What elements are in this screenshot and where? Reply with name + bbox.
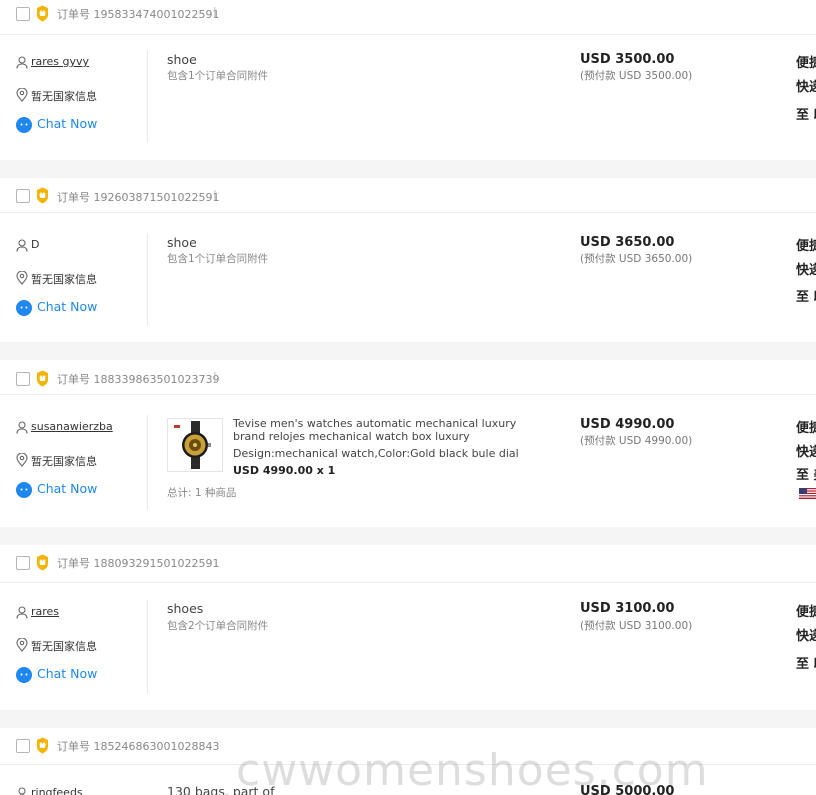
- header-separator: |: [213, 370, 217, 383]
- order-select-checkbox[interactable]: [16, 189, 30, 203]
- location-pin-icon: [16, 88, 28, 102]
- item-spec: Design:mechanical watch,Color:Gold black…: [233, 447, 519, 460]
- column-divider: [147, 415, 148, 510]
- location-text: 暂无国家信息: [31, 455, 97, 468]
- chat-bubble-icon: [16, 300, 32, 316]
- watermark-text: cwwomenshoes.com: [236, 745, 709, 795]
- product-title[interactable]: shoes: [167, 601, 203, 616]
- order-price: USD 3100.00: [580, 601, 675, 616]
- shipping-label: 便捷: [796, 605, 816, 620]
- prepaid-amount: (预付款 USD 3650.00): [580, 253, 693, 265]
- buyer-info: susanawierzba 暂无国家信息 Chat Now: [16, 420, 146, 510]
- order-card: 订单号 1958334740010225​91 | rares gyvy 暂无国…: [0, 0, 816, 160]
- order-header: 订单号 1958334740010225​91 |: [0, 0, 816, 35]
- shipping-label: 便捷: [796, 56, 816, 71]
- order-price: USD 3500.00: [580, 52, 675, 67]
- chat-now-label[interactable]: Chat Now: [37, 481, 97, 496]
- chat-now-label[interactable]: Chat Now: [37, 299, 97, 314]
- location-pin-icon: [16, 271, 28, 285]
- order-number: 订单号 1958334740010225​91: [57, 8, 220, 21]
- order-select-checkbox[interactable]: [16, 372, 30, 386]
- buyer-info: rares gyvy 暂无国家信息 Chat Now: [16, 55, 146, 145]
- user-icon: [18, 787, 26, 795]
- column-divider: [147, 600, 148, 693]
- gold-badge-icon: [37, 370, 48, 387]
- order-number: 订单号 188339863501023739: [57, 373, 220, 386]
- location-text: 暂无国家信息: [31, 273, 97, 286]
- order-card: 订单号 188093291501022591 rares 暂无国家信息 Chat…: [0, 545, 816, 710]
- user-icon: [16, 56, 28, 69]
- order-number: 订单号 188093291501022591: [57, 557, 220, 570]
- us-flag-icon: [799, 488, 816, 499]
- shipping-destination: 至 印: [796, 108, 816, 123]
- buyer-info: D 暂无国家信息 Chat Now: [16, 238, 146, 328]
- buyer-name[interactable]: ringfeeds: [31, 786, 83, 795]
- order-select-checkbox[interactable]: [16, 7, 30, 21]
- order-select-checkbox[interactable]: [16, 556, 30, 570]
- chat-bubble-icon: [16, 667, 32, 683]
- location-pin-icon: [16, 638, 28, 652]
- gold-badge-icon: [37, 5, 48, 22]
- location-pin-icon: [16, 453, 28, 467]
- order-number: 订单号 192603871501022591: [57, 191, 220, 204]
- order-price: USD 4990.00: [580, 417, 675, 432]
- product-thumbnail[interactable]: [167, 418, 223, 472]
- order-card: 订单号 192603871501022591 | D 暂无国家信息 Chat N…: [0, 178, 816, 342]
- gold-badge-icon: [37, 187, 48, 204]
- location-text: 暂无国家信息: [31, 90, 97, 103]
- prepaid-amount: (预付款 USD 3100.00): [580, 620, 693, 632]
- order-header: 订单号 192603871501022591 |: [0, 178, 816, 213]
- product-title[interactable]: shoe: [167, 235, 197, 250]
- order-select-checkbox[interactable]: [16, 739, 30, 753]
- shipping-method: 快递: [796, 80, 816, 95]
- product-title[interactable]: shoe: [167, 52, 197, 67]
- user-icon: [16, 421, 28, 434]
- user-icon: [16, 606, 28, 619]
- column-divider: [147, 50, 148, 143]
- order-header: 订单号 188339863501023739 |: [0, 360, 816, 395]
- gold-badge-icon: [37, 737, 48, 754]
- order-number: 订单号 185246863001028843: [57, 740, 220, 753]
- chat-bubble-icon: [16, 117, 32, 133]
- prepaid-amount: (预付款 USD 4990.00): [580, 435, 693, 447]
- gold-badge-icon: [37, 554, 48, 571]
- chat-now-label[interactable]: Chat Now: [37, 116, 97, 131]
- prepaid-amount: (预付款 USD 3500.00): [580, 70, 693, 82]
- user-icon: [16, 239, 28, 252]
- shipping-method: 快递: [796, 263, 816, 278]
- product-attachment-note: 包含1个订单合同附件: [167, 70, 269, 82]
- shipping-label: 便捷: [796, 421, 816, 436]
- order-header: 订单号 188093291501022591: [0, 545, 816, 583]
- item-unit-price: USD 4990.00 x 1: [233, 464, 336, 477]
- buyer-name[interactable]: rares gyvy: [31, 55, 89, 68]
- product-attachment-note: 包含2个订单合同附件: [167, 620, 269, 632]
- buyer-info: rares 暂无国家信息 Chat Now: [16, 605, 146, 695]
- shipping-label: 便捷: [796, 239, 816, 254]
- buyer-name[interactable]: susanawierzba: [31, 420, 113, 433]
- item-title[interactable]: Tevise men's watches automatic mechanica…: [233, 417, 533, 443]
- buyer-info: ringfeeds: [16, 786, 146, 795]
- order-card: 订单号 188339863501023739 | susanawierzba 暂…: [0, 360, 816, 527]
- shipping-destination: 至 印: [796, 657, 816, 672]
- shipping-method: 快递: [796, 629, 816, 644]
- buyer-name[interactable]: rares: [31, 605, 59, 618]
- header-separator: |: [213, 188, 217, 201]
- chat-bubble-icon: [16, 482, 32, 498]
- shipping-method: 快递: [796, 445, 816, 460]
- chat-now-label[interactable]: Chat Now: [37, 666, 97, 681]
- shipping-destination: 至 印: [796, 290, 816, 305]
- order-list-page: 订单号 1958334740010225​91 | rares gyvy 暂无国…: [0, 0, 816, 795]
- buyer-name[interactable]: D: [31, 238, 39, 251]
- header-separator: |: [213, 5, 217, 18]
- location-text: 暂无国家信息: [31, 640, 97, 653]
- shipping-destination: 至 美: [796, 468, 816, 483]
- order-price: USD 3650.00: [580, 235, 675, 250]
- product-attachment-note: 包含1个订单合同附件: [167, 253, 269, 265]
- watch-image-icon: [174, 421, 211, 469]
- item-total-count: 总计: 1 种商品: [167, 487, 237, 499]
- column-divider: [147, 233, 148, 325]
